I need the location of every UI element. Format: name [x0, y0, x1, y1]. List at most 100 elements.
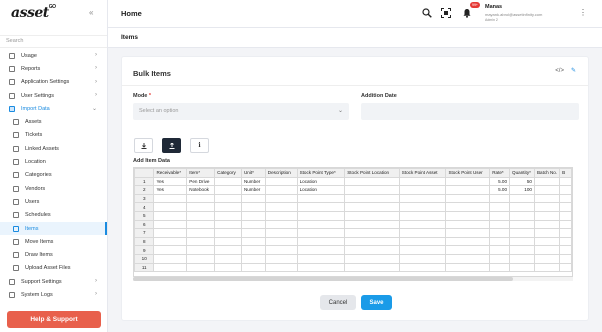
grid-cell[interactable]: Notebook — [186, 185, 216, 195]
grid-cell[interactable] — [398, 253, 447, 264]
grid-cell[interactable] — [264, 193, 298, 204]
grid-cell[interactable] — [398, 236, 447, 247]
grid-row-header[interactable]: 9 — [134, 245, 155, 255]
grid-row-header[interactable]: 1 — [134, 176, 155, 187]
grid-cell[interactable] — [509, 228, 535, 238]
grid-cell[interactable] — [559, 210, 572, 221]
grid-cell[interactable] — [344, 245, 400, 255]
grid-cell[interactable] — [559, 253, 572, 264]
grid-column-header[interactable]: Batch No. — [533, 168, 561, 178]
save-button[interactable]: Save — [361, 295, 392, 310]
grid-cell[interactable] — [264, 245, 298, 255]
grid-corner-cell[interactable] — [134, 168, 155, 178]
grid-cell[interactable] — [559, 193, 572, 204]
grid-cell[interactable] — [533, 210, 561, 221]
grid-cell[interactable] — [214, 228, 242, 238]
grid-cell[interactable] — [489, 193, 511, 204]
grid-cell[interactable] — [489, 245, 511, 255]
grid-cell[interactable] — [214, 262, 242, 273]
sidebar-item-schedules[interactable]: Schedules — [0, 209, 107, 222]
grid-cell[interactable] — [398, 228, 447, 238]
more-options-icon[interactable]: ⋮ — [579, 8, 587, 17]
grid-row-header[interactable]: 11 — [134, 262, 155, 273]
grid-cell[interactable] — [186, 245, 216, 255]
sidebar-item-draw-items[interactable]: Draw Items — [0, 248, 107, 261]
grid-row-header[interactable]: 8 — [134, 236, 155, 247]
grid-cell[interactable] — [398, 219, 447, 230]
grid-cell[interactable] — [489, 202, 511, 212]
grid-cell[interactable] — [398, 262, 447, 273]
grid-cell[interactable] — [509, 202, 535, 212]
grid-cell[interactable] — [186, 202, 216, 212]
collapse-sidebar-icon[interactable]: « — [89, 8, 93, 17]
grid-cell[interactable] — [344, 193, 400, 204]
grid-cell[interactable] — [264, 219, 298, 230]
grid-cell[interactable] — [153, 210, 188, 221]
grid-cell[interactable] — [445, 176, 491, 187]
grid-column-header[interactable]: Quantity* — [509, 168, 535, 178]
grid-cell[interactable] — [489, 236, 511, 247]
grid-cell[interactable] — [214, 236, 242, 247]
grid-cell[interactable] — [296, 219, 346, 230]
grid-cell[interactable] — [445, 193, 491, 204]
grid-cell[interactable] — [509, 210, 535, 221]
grid-cell[interactable]: Pen Drive — [186, 176, 216, 187]
grid-cell[interactable] — [153, 193, 188, 204]
grid-cell[interactable] — [186, 236, 216, 247]
grid-cell[interactable] — [214, 210, 242, 221]
grid-cell[interactable] — [344, 210, 400, 221]
grid-cell[interactable] — [240, 253, 266, 264]
grid-cell[interactable] — [533, 193, 561, 204]
sidebar-item-upload-asset-files[interactable]: Upload Asset Files — [0, 262, 107, 275]
download-template-button[interactable] — [134, 138, 153, 153]
grid-cell[interactable] — [559, 219, 572, 230]
grid-cell[interactable] — [533, 228, 561, 238]
grid-cell[interactable] — [533, 253, 561, 264]
grid-cell[interactable] — [559, 245, 572, 255]
grid-cell[interactable] — [186, 210, 216, 221]
grid-cell[interactable] — [509, 253, 535, 264]
upload-button[interactable] — [162, 138, 181, 153]
search-zoom-icon[interactable] — [422, 8, 432, 18]
grid-cell[interactable] — [296, 236, 346, 247]
grid-cell[interactable]: 50 — [509, 176, 535, 187]
grid-cell[interactable] — [240, 219, 266, 230]
item-data-grid[interactable]: Receivable* Item* Category Unit* Description… — [133, 167, 573, 277]
grid-cell[interactable] — [533, 176, 561, 187]
grid-cell[interactable]: Yes — [153, 185, 188, 195]
edit-pencil-icon[interactable]: ✎ — [571, 68, 576, 74]
grid-cell[interactable] — [214, 202, 242, 212]
grid-cell[interactable] — [186, 262, 216, 273]
info-button[interactable]: i — [190, 138, 209, 153]
grid-cell[interactable] — [509, 219, 535, 230]
grid-cell[interactable] — [240, 245, 266, 255]
grid-cell[interactable] — [533, 262, 561, 273]
grid-cell[interactable] — [445, 202, 491, 212]
grid-cell[interactable] — [214, 193, 242, 204]
grid-cell[interactable] — [296, 193, 346, 204]
grid-cell[interactable] — [445, 210, 491, 221]
addition-date-field[interactable] — [361, 103, 579, 120]
grid-cell[interactable] — [264, 185, 298, 195]
grid-row-header[interactable]: 6 — [134, 219, 155, 230]
grid-cell[interactable] — [186, 228, 216, 238]
grid-cell[interactable] — [445, 245, 491, 255]
sidebar-item-user-settings[interactable]: User Settings › — [0, 89, 107, 102]
sidebar-search-input[interactable]: Search — [0, 35, 107, 48]
sidebar-item-tickets[interactable]: Tickets — [0, 129, 107, 142]
grid-row-header[interactable]: 7 — [134, 228, 155, 238]
sidebar-item-application-settings[interactable]: Application Settings › — [0, 76, 107, 89]
grid-cell[interactable] — [445, 219, 491, 230]
grid-row-header[interactable]: 10 — [134, 253, 155, 264]
grid-cell[interactable] — [398, 202, 447, 212]
grid-cell[interactable] — [398, 185, 447, 195]
grid-cell[interactable] — [559, 228, 572, 238]
grid-cell[interactable] — [153, 219, 188, 230]
grid-cell[interactable] — [240, 262, 266, 273]
grid-cell[interactable] — [240, 236, 266, 247]
app-logo[interactable]: assetGO — [11, 4, 56, 21]
grid-cell[interactable] — [533, 202, 561, 212]
grid-cell[interactable] — [214, 253, 242, 264]
grid-cell[interactable] — [398, 245, 447, 255]
grid-column-header[interactable]: Category — [214, 168, 242, 178]
